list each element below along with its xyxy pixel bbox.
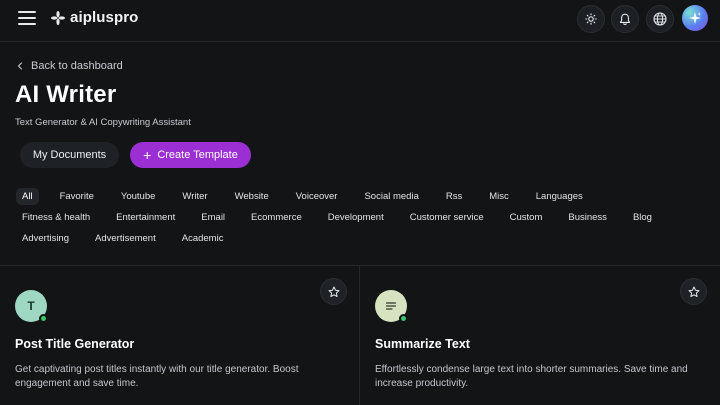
filter-row: Advertising Advertisement Academic xyxy=(16,228,706,249)
filter-chip[interactable]: Ecommerce xyxy=(245,209,308,226)
online-status-dot xyxy=(399,314,408,323)
my-documents-label: My Documents xyxy=(32,149,107,161)
template-card-post-title-generator[interactable]: T Post Title Generator Get captivating p… xyxy=(0,266,360,405)
filter-row: Fitness & health Entertainment Email Eco… xyxy=(16,207,706,228)
favorite-button[interactable] xyxy=(680,278,707,305)
filter-chip[interactable]: Academic xyxy=(176,230,230,247)
filter-chip[interactable]: Misc xyxy=(483,188,515,205)
star-icon xyxy=(328,286,339,297)
filter-row: All Favorite Youtube Writer Website Voic… xyxy=(16,186,706,207)
globe-icon xyxy=(653,12,667,26)
template-icon xyxy=(375,290,408,323)
template-description: Get captivating post titles instantly wi… xyxy=(15,364,299,389)
template-title: Summarize Text xyxy=(375,337,470,351)
filter-chip[interactable]: Favorite xyxy=(54,188,100,205)
create-template-button[interactable]: + Create Template xyxy=(130,142,251,168)
filter-chip[interactable]: Writer xyxy=(176,188,213,205)
back-label: Back to dashboard xyxy=(31,60,123,72)
template-description: Effortlessly condense large text into sh… xyxy=(375,364,688,389)
plus-icon: + xyxy=(143,146,152,163)
sun-icon xyxy=(585,13,597,25)
favorite-button[interactable] xyxy=(320,278,347,305)
filter-chip[interactable]: Youtube xyxy=(115,188,162,205)
filter-chip[interactable]: Website xyxy=(229,188,275,205)
notifications-button[interactable] xyxy=(611,5,639,33)
menu-icon[interactable] xyxy=(18,11,36,27)
filter-chip[interactable]: Advertisement xyxy=(89,230,162,247)
my-documents-button[interactable]: My Documents xyxy=(20,142,119,168)
filter-chip[interactable]: Email xyxy=(195,209,231,226)
back-to-dashboard-link[interactable]: Back to dashboard xyxy=(16,60,123,72)
filter-chip[interactable]: Fitness & health xyxy=(16,209,96,226)
template-icon-letter: T xyxy=(27,299,35,313)
template-title: Post Title Generator xyxy=(15,337,135,351)
brand-logo[interactable]: aipluspro xyxy=(51,9,138,26)
lines-icon xyxy=(385,302,397,310)
bell-icon xyxy=(619,13,631,25)
filter-chip[interactable]: Blog xyxy=(627,209,658,226)
template-card-summarize-text[interactable]: Summarize Text Effortlessly condense lar… xyxy=(360,266,720,405)
star-icon xyxy=(688,286,699,297)
sparkle-icon xyxy=(689,12,701,24)
language-button[interactable] xyxy=(646,5,674,33)
filter-chip[interactable]: Development xyxy=(322,209,390,226)
filter-chip[interactable]: Advertising xyxy=(16,230,75,247)
filter-chip[interactable]: All xyxy=(16,188,39,205)
filter-chip[interactable]: Business xyxy=(562,209,613,226)
filter-chip[interactable]: Customer service xyxy=(404,209,490,226)
filter-chip[interactable]: Voiceover xyxy=(290,188,344,205)
top-bar: aipluspro xyxy=(0,0,720,42)
brand-name: aipluspro xyxy=(70,9,139,26)
filter-chip[interactable]: Social media xyxy=(358,188,424,205)
filter-chip[interactable]: Custom xyxy=(504,209,549,226)
avatar[interactable] xyxy=(682,5,708,31)
filter-chip[interactable]: Entertainment xyxy=(110,209,181,226)
category-filters: All Favorite Youtube Writer Website Voic… xyxy=(16,186,706,249)
template-icon: T xyxy=(15,290,48,323)
page-title: AI Writer xyxy=(15,81,117,108)
create-template-label: Create Template xyxy=(157,149,238,161)
page-subtitle: Text Generator & AI Copywriting Assistan… xyxy=(15,117,191,128)
template-grid: T Post Title Generator Get captivating p… xyxy=(0,265,720,405)
brand-logo-icon xyxy=(51,10,65,25)
theme-toggle-button[interactable] xyxy=(577,5,605,33)
filter-chip[interactable]: Rss xyxy=(440,188,468,205)
online-status-dot xyxy=(39,314,48,323)
filter-chip[interactable]: Languages xyxy=(530,188,589,205)
chevron-left-icon xyxy=(17,62,23,70)
